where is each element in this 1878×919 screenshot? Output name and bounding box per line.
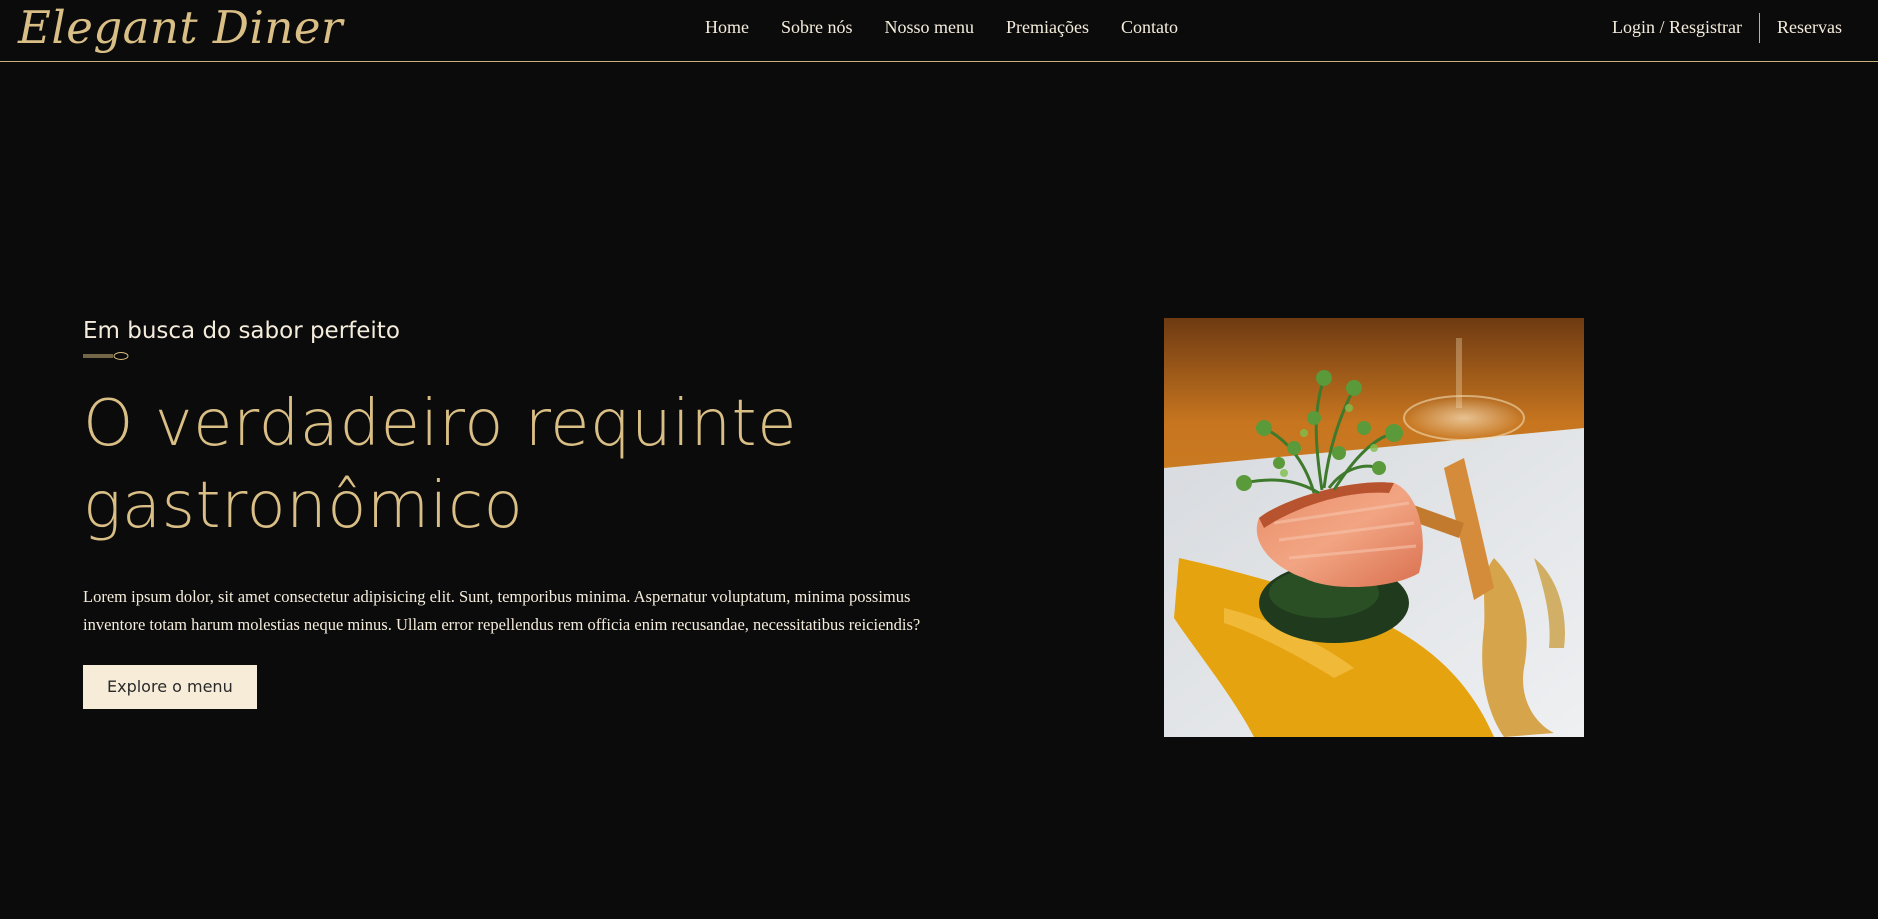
login-register-link[interactable]: Login / Resgistrar: [1612, 17, 1742, 38]
logo[interactable]: Elegant Diner: [18, 0, 343, 56]
nav-about[interactable]: Sobre nós: [781, 17, 853, 38]
nav-divider: [1759, 12, 1761, 43]
hero-section: Em busca do sabor perfeito O verdadeiro …: [83, 314, 943, 709]
nav-awards[interactable]: Premiações: [1006, 17, 1089, 38]
nav-menu[interactable]: Nosso menu: [885, 17, 975, 38]
nav-home[interactable]: Home: [705, 17, 749, 38]
site-header: Elegant Diner Home Sobre nós Nosso menu …: [0, 0, 1878, 62]
main-nav: Home Sobre nós Nosso menu Premiações Con…: [705, 0, 1178, 55]
hero-description: Lorem ipsum dolor, sit amet consectetur …: [83, 587, 921, 634]
hero-subtitle: Em busca do sabor perfeito: [83, 318, 400, 344]
reservations-link[interactable]: Reservas: [1777, 17, 1842, 38]
nav-contact[interactable]: Contato: [1121, 17, 1178, 38]
salmon-dish-icon: [1164, 318, 1584, 737]
account-nav: Login / Resgistrar Reservas: [1612, 0, 1842, 55]
hero-headline: O verdadeiro requinte gastronômico: [83, 387, 797, 543]
spoon-divider-icon: [83, 352, 129, 360]
explore-menu-button[interactable]: Explore o menu: [83, 665, 257, 709]
salmon-dish-image: [1164, 318, 1584, 737]
